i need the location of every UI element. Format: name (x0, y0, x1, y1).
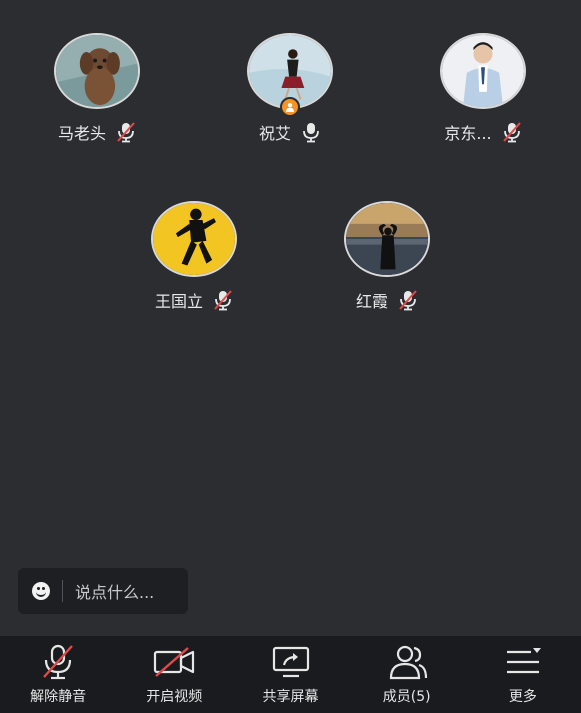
avatar (151, 201, 237, 277)
mic-muted-icon (502, 122, 521, 143)
more-button[interactable]: 更多 (465, 636, 581, 713)
members-label: 成员(5) (382, 689, 431, 705)
more-menu-icon (506, 648, 541, 674)
participant-tile[interactable]: 红霞 (307, 201, 467, 311)
participant-name: 王国立 (154, 292, 203, 311)
divider (62, 580, 63, 602)
avatar (440, 33, 526, 109)
participant-name: 祝艾 (258, 124, 291, 143)
unmute-button[interactable]: 解除静音 (0, 636, 116, 713)
start-video-button[interactable]: 开启视频 (116, 636, 232, 713)
bottom-toolbar: 解除静音 开启视频 共享屏幕 成员(5) 更多 (0, 636, 581, 713)
participant-name: 红霞 (355, 292, 388, 311)
video-label: 开启视频 (146, 689, 203, 705)
smile-icon[interactable] (32, 582, 50, 600)
mic-muted-icon (214, 290, 232, 311)
participant-tile[interactable]: 祝艾 (210, 33, 370, 143)
share-screen-icon (272, 646, 309, 678)
participant-name: 马老头 (57, 124, 106, 143)
mic-muted-icon (399, 290, 417, 311)
mic-on-icon (303, 123, 319, 143)
meeting-screen: 马老头 祝艾 京东... 王国立 红霞 说点什么... 解除静音 开启视频 共享… (0, 0, 581, 713)
share-label: 共享屏幕 (262, 689, 319, 705)
mic-muted-icon (43, 644, 73, 680)
more-label: 更多 (508, 689, 537, 705)
participant-tile[interactable]: 马老头 (17, 33, 177, 143)
participant-tile[interactable]: 王国立 (114, 201, 274, 311)
chat-input[interactable]: 说点什么... (18, 568, 188, 614)
members-icon (389, 645, 427, 680)
unmute-label: 解除静音 (30, 689, 87, 705)
avatar (54, 33, 140, 109)
avatar (344, 201, 430, 277)
share-screen-button[interactable]: 共享屏幕 (232, 636, 348, 713)
host-badge-icon (280, 97, 300, 117)
participant-tile[interactable]: 京东... (403, 33, 563, 143)
participant-name: 京东... (444, 124, 492, 143)
members-button[interactable]: 成员(5) (349, 636, 465, 713)
video-off-icon (154, 647, 195, 677)
chat-placeholder: 说点什么... (75, 583, 155, 602)
mic-muted-icon (117, 122, 135, 143)
